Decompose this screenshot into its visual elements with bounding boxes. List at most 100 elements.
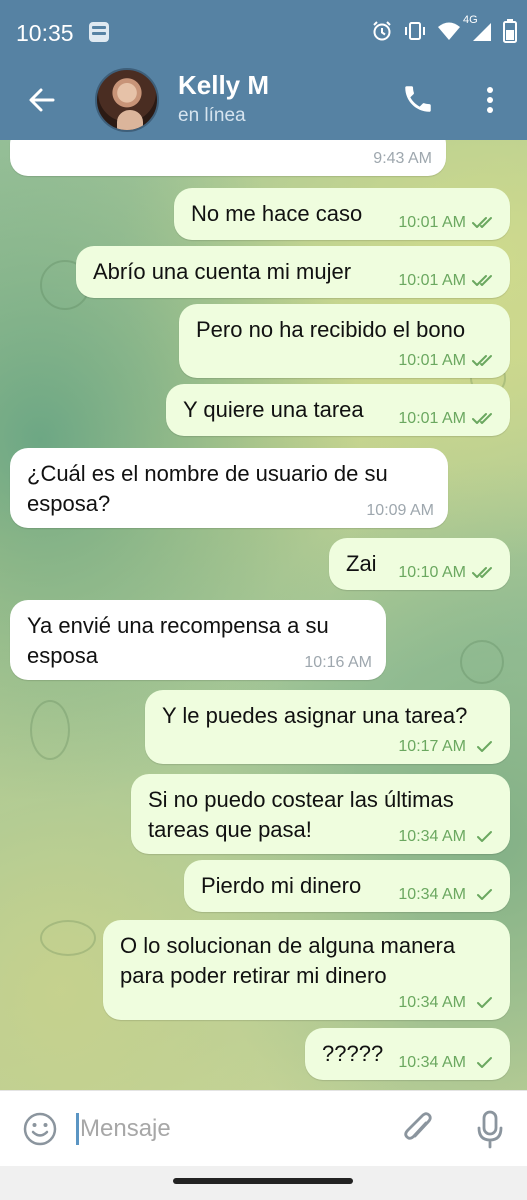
message-meta: 10:16 AM [304, 654, 372, 672]
home-gesture-handle[interactable] [173, 1178, 353, 1184]
message-text: ¿Cuál es el nombre de usuario de su espos… [27, 459, 388, 519]
outgoing-message-bubble[interactable]: ????? 10:34 AM [305, 1028, 510, 1080]
outgoing-message-bubble[interactable]: Abrío una cuenta mi mujer 10:01 AM [76, 246, 510, 298]
status-time: 10:35 [16, 20, 74, 46]
contact-name[interactable]: Kelly M [178, 70, 269, 101]
alarm-icon [371, 20, 393, 42]
single-check-icon [472, 888, 496, 902]
message-text-line: Y le puedes asignar una tarea? [162, 703, 468, 728]
message-text-line: para poder retirar mi dinero [120, 963, 387, 988]
message-text: ????? [322, 1039, 383, 1069]
app-notification-icon [89, 22, 109, 42]
paperclip-icon[interactable] [400, 1109, 436, 1149]
vibrate-icon [403, 20, 427, 42]
double-check-icon [472, 274, 496, 288]
message-text: Pierdo mi dinero [201, 871, 361, 901]
status-icons: 4G [371, 14, 517, 44]
outgoing-message-bubble[interactable]: Pierdo mi dinero 10:34 AM [184, 860, 510, 912]
chat-area[interactable]: 9:43 AM No me hace caso 10:01 AM Abrío una … [0, 140, 527, 1090]
message-text-line: esposa? [27, 491, 111, 516]
background-doodle [30, 700, 70, 760]
cellular-signal-icon: 4G [463, 14, 493, 42]
message-meta: 10:10 AM [398, 564, 496, 582]
message-text-line: No me hace caso [191, 201, 363, 226]
message-time: 10:10 AM [398, 564, 466, 581]
double-check-icon [472, 216, 496, 230]
text-cursor [76, 1113, 79, 1145]
background-doodle [40, 920, 96, 956]
message-text: Ya envié una recompensa a su esposa [27, 611, 329, 671]
wifi-icon [437, 21, 461, 41]
message-text-line: O lo solucionan de alguna manera [120, 933, 456, 958]
outgoing-message-bubble[interactable]: Si no puedo costear las últimas tareas qu… [131, 774, 510, 854]
message-meta: 9:43 AM [373, 150, 432, 168]
contact-status: en línea [178, 105, 246, 126]
message-time: 10:01 AM [398, 410, 466, 427]
message-text-line: Pierdo mi dinero [201, 873, 362, 898]
more-options-icon[interactable] [478, 82, 502, 118]
incoming-message-bubble[interactable]: 9:43 AM [10, 140, 446, 176]
message-meta: 10:34 AM [398, 828, 496, 846]
message-text: Abrío una cuenta mi mujer [93, 257, 351, 287]
navigation-bar [0, 1166, 527, 1200]
message-text-line: Zai [346, 551, 377, 576]
double-check-icon [472, 412, 496, 426]
message-text: No me hace caso [191, 199, 362, 229]
message-time: 10:34 AM [398, 994, 466, 1011]
double-check-icon [472, 566, 496, 580]
message-text-line: Si no puedo costear las últimas [148, 787, 454, 812]
outgoing-message-bubble[interactable]: Zai 10:10 AM [329, 538, 510, 590]
outgoing-message-bubble[interactable]: O lo solucionan de alguna manera para pod… [103, 920, 510, 1020]
message-time: 10:34 AM [398, 828, 466, 845]
outgoing-message-bubble[interactable]: Pero no ha recibido el bono 10:01 AM [179, 304, 510, 378]
message-meta: 10:34 AM [398, 994, 496, 1012]
message-meta: 10:01 AM [398, 272, 496, 290]
message-time: 10:34 AM [398, 886, 466, 903]
message-meta: 10:34 AM [398, 1054, 496, 1072]
message-text-line: Y quiere una tarea [183, 397, 364, 422]
phone-call-icon[interactable] [401, 82, 435, 116]
message-meta: 10:01 AM [398, 214, 496, 232]
single-check-icon [472, 996, 496, 1010]
message-time: 9:43 AM [373, 150, 432, 167]
back-arrow-icon[interactable] [26, 84, 58, 116]
message-text-line: Ya envié una recompensa a su [27, 613, 329, 638]
message-meta: 10:34 AM [398, 886, 496, 904]
message-time: 10:09 AM [366, 502, 434, 519]
incoming-message-bubble[interactable]: ¿Cuál es el nombre de usuario de su espos… [10, 448, 448, 528]
message-time: 10:01 AM [398, 214, 466, 231]
message-time: 10:34 AM [398, 1054, 466, 1071]
message-text: Y quiere una tarea [183, 395, 364, 425]
message-input[interactable] [80, 1111, 380, 1147]
message-time: 10:16 AM [304, 654, 372, 671]
avatar[interactable] [95, 68, 159, 132]
single-check-icon [472, 740, 496, 754]
network-type: 4G [463, 14, 478, 26]
message-text-line: esposa [27, 643, 98, 668]
message-meta: 10:09 AM [366, 502, 434, 520]
outgoing-message-bubble[interactable]: No me hace caso 10:01 AM [174, 188, 510, 240]
message-text: Y le puedes asignar una tarea? [162, 701, 467, 731]
message-meta: 10:01 AM [398, 410, 496, 428]
single-check-icon [472, 1056, 496, 1070]
battery-icon [503, 19, 517, 43]
emoji-icon[interactable] [22, 1111, 58, 1147]
double-check-icon [472, 354, 496, 368]
incoming-message-bubble[interactable]: Ya envié una recompensa a su esposa 10:16 … [10, 600, 386, 680]
message-meta: 10:17 AM [398, 738, 496, 756]
message-text: Pero no ha recibido el bono [196, 315, 465, 345]
message-text-line: Pero no ha recibido el bono [196, 317, 466, 342]
message-text: Zai [346, 549, 377, 579]
microphone-icon[interactable] [474, 1109, 506, 1149]
chat-header: Kelly M en línea [0, 62, 527, 140]
message-text-line: Abrío una cuenta mi mujer [93, 259, 352, 284]
message-time: 10:17 AM [398, 738, 466, 755]
message-time: 10:01 AM [398, 352, 466, 369]
message-time: 10:01 AM [398, 272, 466, 289]
single-check-icon [472, 830, 496, 844]
message-meta: 10:01 AM [398, 352, 496, 370]
outgoing-message-bubble[interactable]: Y le puedes asignar una tarea? 10:17 AM [145, 690, 510, 764]
message-text-line: ????? [322, 1041, 384, 1066]
outgoing-message-bubble[interactable]: Y quiere una tarea 10:01 AM [166, 384, 510, 436]
background-doodle [460, 640, 504, 684]
